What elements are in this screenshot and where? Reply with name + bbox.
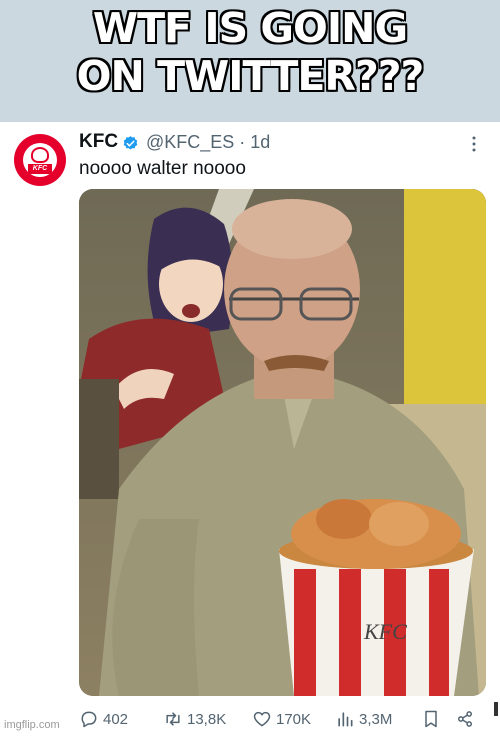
reply-count: 402	[103, 710, 129, 728]
imgflip-watermark: imgflip.com	[4, 719, 60, 731]
views-count: 3,3M	[359, 710, 393, 728]
tweet-photo[interactable]: KFC	[79, 189, 486, 696]
tweet-text: noooo walter noooo	[79, 158, 246, 179]
avatar[interactable]: KFC	[14, 134, 66, 186]
retweet-button[interactable]: 13,8K	[163, 706, 226, 732]
avatar-logo-text: KFC	[28, 164, 52, 174]
handle-and-time[interactable]: @KFC_ES · 1d	[146, 132, 270, 153]
retweet-icon	[166, 712, 180, 726]
tweet-actions-bar: 402 13,8K 170K 3,3M	[0, 706, 500, 732]
reply-icon	[81, 711, 97, 728]
caption-line-1: WTF IS GOING	[92, 4, 408, 52]
like-count: 170K	[276, 710, 312, 728]
bookmark-button[interactable]	[421, 706, 445, 732]
colonel-face-icon	[31, 147, 49, 163]
chicken-bucket: KFC	[279, 499, 474, 696]
share-icon	[458, 711, 472, 727]
scrollbar-marker[interactable]	[494, 702, 498, 716]
retweet-count: 13,8K	[187, 710, 227, 728]
share-button[interactable]	[455, 706, 479, 732]
photo-illustration: KFC	[79, 189, 486, 696]
heart-icon	[253, 711, 271, 727]
reply-button[interactable]: 402	[79, 706, 128, 732]
caption-line-2: ON TWITTER???	[76, 52, 425, 100]
views-chart-icon	[338, 712, 353, 727]
author-name[interactable]: KFC	[79, 131, 118, 153]
views-button[interactable]: 3,3M	[335, 706, 392, 732]
verified-badge-icon	[123, 136, 138, 150]
meme-caption: WTF IS GOING ON TWITTER???	[0, 4, 500, 100]
like-button[interactable]: 170K	[252, 706, 311, 732]
more-dots-icon[interactable]	[467, 136, 481, 152]
bookmark-icon	[425, 710, 437, 728]
bucket-logo: KFC	[363, 619, 407, 644]
